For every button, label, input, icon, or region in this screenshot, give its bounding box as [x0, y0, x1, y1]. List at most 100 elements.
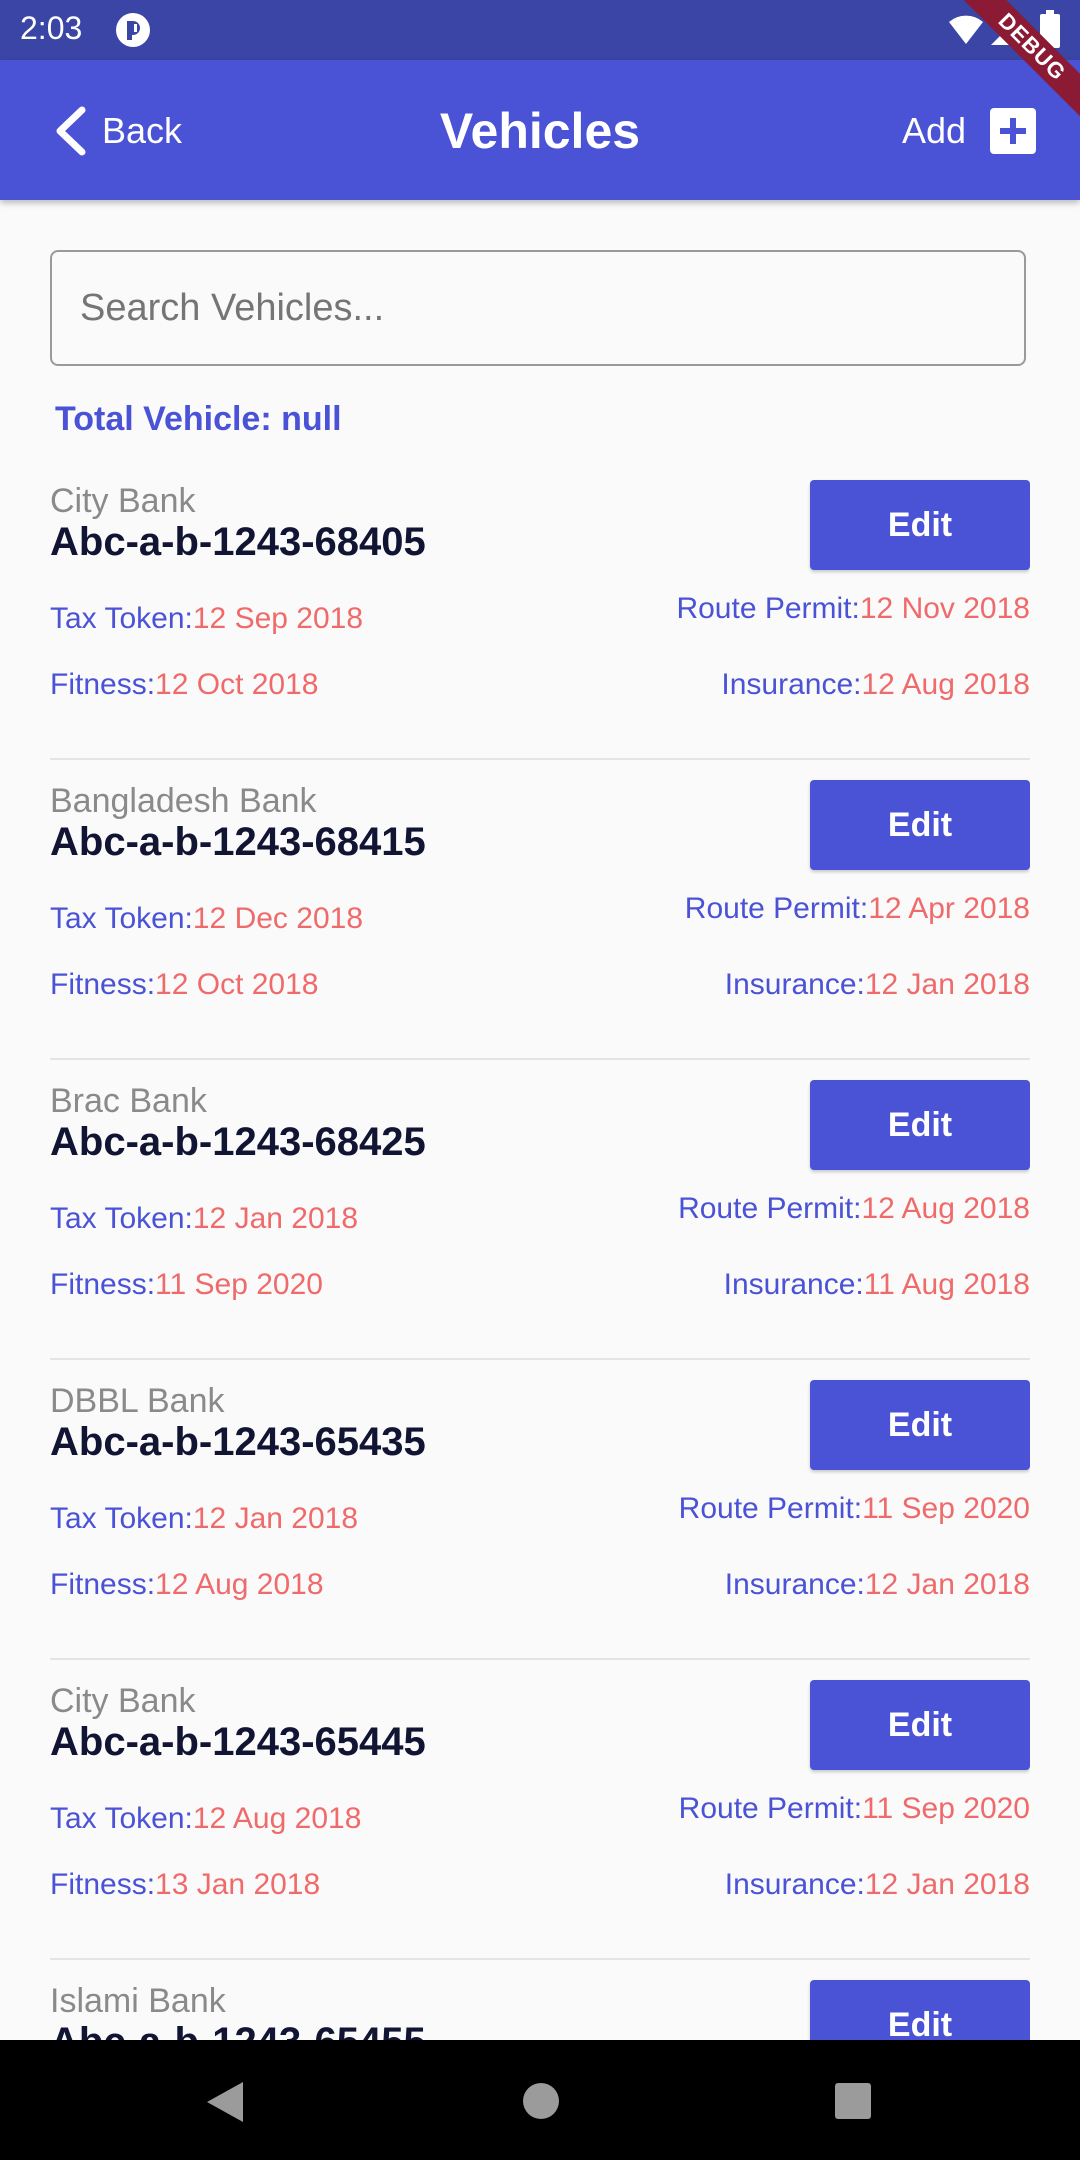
insurance-label: Insurance:	[723, 1268, 864, 1301]
bank-name: City Bank	[50, 1682, 196, 1720]
vehicle-item: Brac Bank Abc-a-b-1243-68425 Edit Tax To…	[50, 1060, 1030, 1360]
route-permit-label: Route Permit:	[678, 1192, 862, 1225]
route-permit-field: Route Permit:12 Aug 2018	[678, 1192, 1030, 1226]
insurance-field: Insurance:12 Jan 2018	[725, 1568, 1030, 1602]
fitness-field: Fitness:13 Jan 2018	[50, 1868, 320, 1902]
vehicle-item: Islami Bank Abc-a-b-1243-65455 Edit	[50, 1960, 1030, 2040]
bank-name: City Bank	[50, 482, 196, 520]
edit-button[interactable]: Edit	[810, 1080, 1030, 1170]
plus-box-icon	[990, 108, 1036, 154]
insurance-label: Insurance:	[724, 1568, 865, 1601]
tax-token-label: Tax Token:	[50, 1802, 193, 1835]
tax-token-field: Tax Token:12 Aug 2018	[50, 1802, 361, 1836]
edit-button[interactable]: Edit	[810, 480, 1030, 570]
vehicle-number: Abc-a-b-1243-68405	[50, 520, 426, 564]
route-permit-field: Route Permit:11 Sep 2020	[679, 1492, 1030, 1526]
route-permit-date: 12 Apr 2018	[868, 892, 1030, 925]
add-label: Add	[901, 110, 966, 151]
tax-token-field: Tax Token:12 Dec 2018	[50, 902, 363, 936]
insurance-date: 12 Jan 2018	[864, 1568, 1030, 1601]
route-permit-date: 11 Sep 2020	[862, 1792, 1030, 1825]
fitness-date: 12 Aug 2018	[155, 1568, 324, 1601]
fitness-date: 12 Oct 2018	[155, 668, 319, 701]
route-permit-field: Route Permit:12 Apr 2018	[685, 892, 1030, 926]
vehicle-number: Abc-a-b-1243-65445	[50, 1720, 426, 1764]
route-permit-label: Route Permit:	[676, 592, 860, 625]
fitness-label: Fitness:	[50, 1568, 156, 1601]
route-permit-date: 12 Aug 2018	[861, 1192, 1030, 1225]
route-permit-field: Route Permit:11 Sep 2020	[679, 1792, 1030, 1826]
total-label: Total Vehicle:	[55, 400, 272, 438]
vehicle-item: Bangladesh Bank Abc-a-b-1243-68415 Edit …	[50, 760, 1030, 1060]
vehicle-item: DBBL Bank Abc-a-b-1243-65435 Edit Tax To…	[50, 1360, 1030, 1660]
insurance-label: Insurance:	[724, 968, 865, 1001]
app-bar: Back Vehicles Add	[0, 60, 1080, 200]
vehicle-number: Abc-a-b-1243-65435	[50, 1420, 426, 1464]
fitness-field: Fitness:12 Aug 2018	[50, 1568, 324, 1602]
route-permit-label: Route Permit:	[678, 1492, 863, 1525]
bank-name: Brac Bank	[50, 1082, 207, 1120]
fitness-date: 11 Sep 2020	[155, 1268, 323, 1301]
vehicle-list[interactable]: City Bank Abc-a-b-1243-68405 Edit Tax To…	[50, 460, 1030, 2040]
fitness-label: Fitness:	[50, 1268, 156, 1301]
insurance-field: Insurance:12 Jan 2018	[725, 968, 1030, 1002]
insurance-field: Insurance:12 Jan 2018	[725, 1868, 1030, 1902]
wifi-icon	[949, 15, 983, 44]
vehicle-item: City Bank Abc-a-b-1243-65445 Edit Tax To…	[50, 1660, 1030, 1960]
edit-button[interactable]: Edit	[810, 1980, 1030, 2040]
fitness-date: 13 Jan 2018	[155, 1868, 321, 1901]
bank-name: Bangladesh Bank	[50, 782, 317, 820]
status-time: 2:03	[20, 10, 83, 46]
tax-token-date: 12 Aug 2018	[192, 1802, 362, 1835]
tax-token-date: 12 Sep 2018	[192, 602, 364, 635]
insurance-date: 11 Aug 2018	[863, 1268, 1030, 1301]
insurance-field: Insurance:11 Aug 2018	[724, 1268, 1030, 1302]
bank-name: Islami Bank	[50, 1982, 226, 2020]
add-vehicle-button[interactable]: Add	[902, 108, 1036, 154]
vehicle-number: Abc-a-b-1243-65455	[50, 2020, 426, 2040]
insurance-field: Insurance:12 Aug 2018	[721, 668, 1030, 702]
fitness-field: Fitness:11 Sep 2020	[50, 1268, 323, 1302]
tax-token-label: Tax Token:	[50, 1502, 193, 1535]
insurance-label: Insurance:	[721, 668, 862, 701]
route-permit-label: Route Permit:	[678, 1792, 863, 1825]
edit-button[interactable]: Edit	[810, 1380, 1030, 1470]
fitness-label: Fitness:	[50, 1868, 156, 1901]
tax-token-field: Tax Token:12 Sep 2018	[50, 602, 363, 636]
fitness-date: 12 Oct 2018	[155, 968, 319, 1001]
fitness-label: Fitness:	[50, 668, 156, 701]
tax-token-field: Tax Token:12 Jan 2018	[50, 1202, 358, 1236]
insurance-label: Insurance:	[724, 1868, 865, 1901]
route-permit-date: 11 Sep 2020	[862, 1492, 1030, 1525]
tax-token-date: 12 Jan 2018	[192, 1202, 359, 1235]
route-permit-date: 12 Nov 2018	[859, 592, 1030, 625]
app-notification-icon	[116, 13, 150, 47]
insurance-date: 12 Aug 2018	[861, 668, 1030, 701]
vehicle-item: City Bank Abc-a-b-1243-68405 Edit Tax To…	[50, 460, 1030, 760]
search-field[interactable]	[50, 250, 1026, 366]
fitness-label: Fitness:	[50, 968, 156, 1001]
bank-name: DBBL Bank	[50, 1382, 225, 1420]
tax-token-label: Tax Token:	[50, 602, 193, 635]
nav-back-icon[interactable]	[205, 2080, 245, 2124]
nav-home-icon[interactable]	[523, 2083, 559, 2119]
system-nav-bar	[0, 2040, 1080, 2160]
fitness-field: Fitness:12 Oct 2018	[50, 968, 318, 1002]
total-vehicle-count: Total Vehicle: null	[55, 400, 342, 439]
vehicle-number: Abc-a-b-1243-68415	[50, 820, 426, 864]
total-value: null	[281, 400, 342, 438]
insurance-date: 12 Jan 2018	[864, 1868, 1030, 1901]
tax-token-label: Tax Token:	[50, 902, 193, 935]
tax-token-date: 12 Jan 2018	[192, 1502, 359, 1535]
fitness-field: Fitness:12 Oct 2018	[50, 668, 318, 702]
insurance-date: 12 Jan 2018	[864, 968, 1030, 1001]
tax-token-field: Tax Token:12 Jan 2018	[50, 1502, 358, 1536]
search-input[interactable]	[52, 252, 1024, 364]
tax-token-date: 12 Dec 2018	[192, 902, 364, 935]
route-permit-field: Route Permit:12 Nov 2018	[676, 592, 1030, 626]
nav-recents-icon[interactable]	[835, 2083, 871, 2119]
edit-button[interactable]: Edit	[810, 1680, 1030, 1770]
vehicle-number: Abc-a-b-1243-68425	[50, 1120, 426, 1164]
edit-button[interactable]: Edit	[810, 780, 1030, 870]
route-permit-label: Route Permit:	[684, 892, 869, 925]
